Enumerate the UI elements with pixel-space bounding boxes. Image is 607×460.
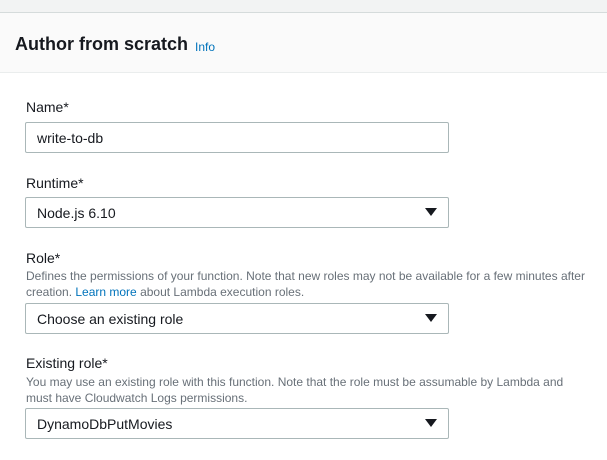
- info-link[interactable]: Info: [195, 40, 215, 54]
- caret-down-icon: [425, 419, 437, 427]
- runtime-label: Runtime*: [26, 175, 84, 191]
- runtime-select[interactable]: Node.js 6.10: [25, 197, 449, 228]
- role-description-text-end: about Lambda execution roles.: [136, 285, 305, 299]
- role-label: Role*: [26, 250, 61, 266]
- name-input-value: write-to-db: [37, 130, 104, 146]
- caret-down-icon: [425, 208, 437, 216]
- section-title: Author from scratch: [15, 34, 189, 54]
- learn-more-link[interactable]: Learn more: [75, 285, 136, 299]
- existing-role-select[interactable]: DynamoDbPutMovies: [25, 408, 449, 439]
- role-select-value: Choose an existing role: [37, 311, 184, 327]
- section-header: Author from scratch Info: [0, 13, 607, 73]
- existing-role-label: Existing role*: [26, 355, 108, 371]
- caret-down-icon: [425, 314, 437, 322]
- role-select[interactable]: Choose an existing role: [25, 303, 449, 334]
- top-divider-strip: [0, 0, 607, 13]
- name-input[interactable]: write-to-db: [25, 122, 449, 153]
- existing-role-description: You may use an existing role with this f…: [26, 375, 564, 405]
- author-from-scratch-page: Author from scratch Info Name* write-to-…: [0, 0, 607, 460]
- name-label: Name*: [26, 99, 69, 115]
- existing-role-select-value: DynamoDbPutMovies: [37, 416, 173, 432]
- runtime-select-value: Node.js 6.10: [37, 205, 116, 221]
- role-description: Defines the permissions of your function…: [26, 268, 586, 300]
